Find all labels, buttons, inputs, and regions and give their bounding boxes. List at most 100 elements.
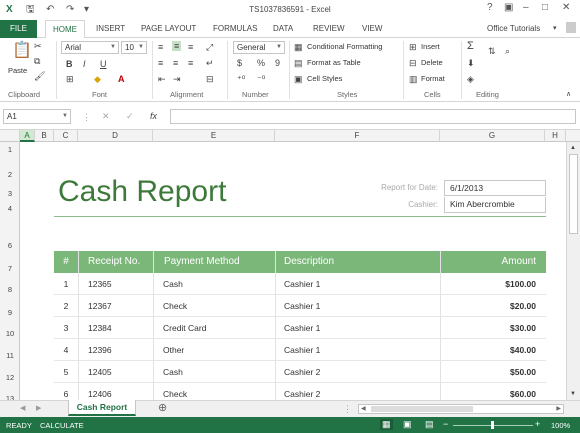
name-box[interactable]: A1 ▼ [3, 109, 71, 124]
decrease-decimal-icon[interactable]: ⁻⁰ [257, 74, 265, 84]
page-layout-view-icon[interactable]: ▣ [403, 419, 412, 430]
status-calculate[interactable]: CALCULATE [40, 421, 84, 430]
header-receipt-no[interactable]: Receipt No. [88, 251, 140, 273]
vertical-scrollbar[interactable]: ▲ ▼ [566, 142, 580, 400]
new-sheet-button[interactable]: ⊕ [158, 403, 167, 414]
tab-insert[interactable]: INSERT [96, 24, 125, 33]
cell-receipt-no[interactable]: 12367 [88, 295, 112, 317]
cell-amount[interactable]: $30.00 [454, 317, 536, 339]
tab-review[interactable]: REVIEW [313, 24, 345, 33]
zoom-slider-thumb[interactable] [491, 421, 494, 429]
tab-page-layout[interactable]: PAGE LAYOUT [141, 24, 196, 33]
cashier-cell[interactable]: Kim Abercrombie [444, 197, 546, 213]
wrap-text-icon[interactable]: ↵ [206, 58, 214, 68]
close-button[interactable]: ✕ [562, 2, 570, 13]
avatar[interactable] [566, 22, 576, 33]
cell-description[interactable]: Cashier 1 [284, 317, 320, 339]
maximize-button[interactable]: □ [542, 2, 548, 13]
clear-icon[interactable]: ◈ [467, 74, 474, 84]
cell-receipt-no[interactable]: 12396 [88, 339, 112, 361]
vertical-scroll-thumb[interactable] [569, 154, 578, 234]
sheet-tab-cash-report[interactable]: Cash Report [68, 400, 136, 416]
delete-cells-button[interactable]: Delete [421, 58, 443, 67]
row-header[interactable]: 10 [0, 329, 20, 338]
cell-description[interactable]: Cashier 2 [284, 383, 320, 400]
fill-color-icon[interactable]: ◆ [94, 74, 101, 84]
font-size-select[interactable]: 10 ▼ [121, 41, 147, 54]
underline-button[interactable]: U [100, 59, 107, 69]
table-row[interactable]: 4 12396 Other Cashier 1 $40.00 [54, 339, 546, 361]
table-row[interactable]: 3 12384 Credit Card Cashier 1 $30.00 [54, 317, 546, 339]
find-select-icon[interactable]: ⌕ [505, 46, 510, 56]
formula-input[interactable] [170, 109, 576, 124]
format-cells-button[interactable]: Format [421, 74, 445, 83]
cell-styles-button[interactable]: Cell Styles [307, 74, 342, 83]
insert-cells-icon[interactable]: ⊞ [409, 42, 417, 52]
cell-number[interactable]: 4 [54, 339, 78, 361]
tab-split-handle-icon[interactable]: ⋮ [343, 404, 352, 414]
insert-cells-button[interactable]: Insert [421, 42, 440, 51]
cut-icon[interactable]: ✂ [34, 41, 42, 51]
column-header-c[interactable]: C [54, 130, 78, 142]
comma-button[interactable]: 9 [275, 58, 280, 68]
tab-home[interactable]: HOME [45, 20, 85, 39]
cell-payment-method[interactable]: Check [163, 295, 187, 317]
number-format-select[interactable]: General ▼ [233, 41, 285, 54]
cell-receipt-no[interactable]: 12384 [88, 317, 112, 339]
cell-receipt-no[interactable]: 12405 [88, 361, 112, 383]
normal-view-icon[interactable]: ▦ [380, 419, 393, 430]
ribbon-display-button[interactable]: ▣ [504, 2, 513, 13]
column-header-h[interactable]: H [545, 130, 566, 142]
table-row[interactable]: 2 12367 Check Cashier 1 $20.00 [54, 295, 546, 317]
header-payment-method[interactable]: Payment Method [164, 251, 240, 273]
cell-payment-method[interactable]: Cash [163, 361, 183, 383]
tab-data[interactable]: DATA [273, 24, 293, 33]
cell-description[interactable]: Cashier 1 [284, 273, 320, 295]
format-as-table-icon[interactable]: ▤ [294, 58, 303, 68]
header-number[interactable]: # [54, 251, 78, 273]
format-as-table-button[interactable]: Format as Table [307, 58, 361, 67]
scroll-left-icon[interactable]: ◀ [361, 405, 366, 412]
cell-receipt-no[interactable]: 12365 [88, 273, 112, 295]
cell-description[interactable]: Cashier 2 [284, 361, 320, 383]
increase-indent-icon[interactable]: ⇥ [173, 74, 181, 84]
conditional-formatting-button[interactable]: Conditional Formatting [307, 42, 382, 51]
cancel-entry-button[interactable]: ✕ [102, 111, 110, 121]
bold-button[interactable]: B [66, 59, 73, 69]
paste-button-label[interactable]: Paste [8, 66, 27, 75]
align-left-icon[interactable]: ≡ [158, 58, 163, 68]
confirm-entry-button[interactable]: ✓ [126, 111, 134, 121]
cell-styles-icon[interactable]: ▣ [294, 74, 303, 84]
cell-amount[interactable]: $100.00 [454, 273, 536, 295]
cell-amount[interactable]: $60.00 [454, 383, 536, 400]
sort-filter-icon[interactable]: ⇅ [488, 46, 496, 56]
column-header-g[interactable]: G [440, 130, 545, 142]
horizontal-scrollbar[interactable]: ◀ ▶ [358, 404, 564, 414]
conditional-formatting-icon[interactable]: ▦ [294, 42, 303, 52]
cell-payment-method[interactable]: Check [163, 383, 187, 400]
cell-payment-method[interactable]: Cash [163, 273, 183, 295]
cell-receipt-no[interactable]: 12406 [88, 383, 112, 400]
row-header[interactable]: 4 [0, 204, 20, 213]
column-header-a[interactable]: A [20, 130, 35, 142]
account-dropdown-icon[interactable]: ▾ [553, 24, 557, 32]
align-middle-icon[interactable]: ≡ [172, 41, 182, 51]
insert-function-button[interactable]: fx [150, 111, 157, 121]
header-description[interactable]: Description [284, 251, 334, 273]
delete-cells-icon[interactable]: ⊟ [409, 58, 417, 68]
row-header[interactable]: 7 [0, 264, 20, 273]
row-header[interactable]: 11 [0, 351, 20, 360]
copy-icon[interactable]: ⧉ [34, 56, 40, 66]
previous-sheet-icon[interactable]: ◀ [20, 404, 25, 414]
column-header-f[interactable]: F [275, 130, 440, 142]
table-row[interactable]: 5 12405 Cash Cashier 2 $50.00 [54, 361, 546, 383]
cell-amount[interactable]: $50.00 [454, 361, 536, 383]
cell-number[interactable]: 3 [54, 317, 78, 339]
formula-options-icon[interactable]: ⋮ [82, 112, 91, 122]
italic-button[interactable]: I [83, 59, 86, 69]
row-header[interactable]: 6 [0, 241, 20, 250]
zoom-out-icon[interactable]: − [443, 419, 448, 429]
row-header[interactable]: 9 [0, 308, 20, 317]
horizontal-scroll-thumb[interactable] [371, 406, 473, 412]
column-header-e[interactable]: E [153, 130, 275, 142]
